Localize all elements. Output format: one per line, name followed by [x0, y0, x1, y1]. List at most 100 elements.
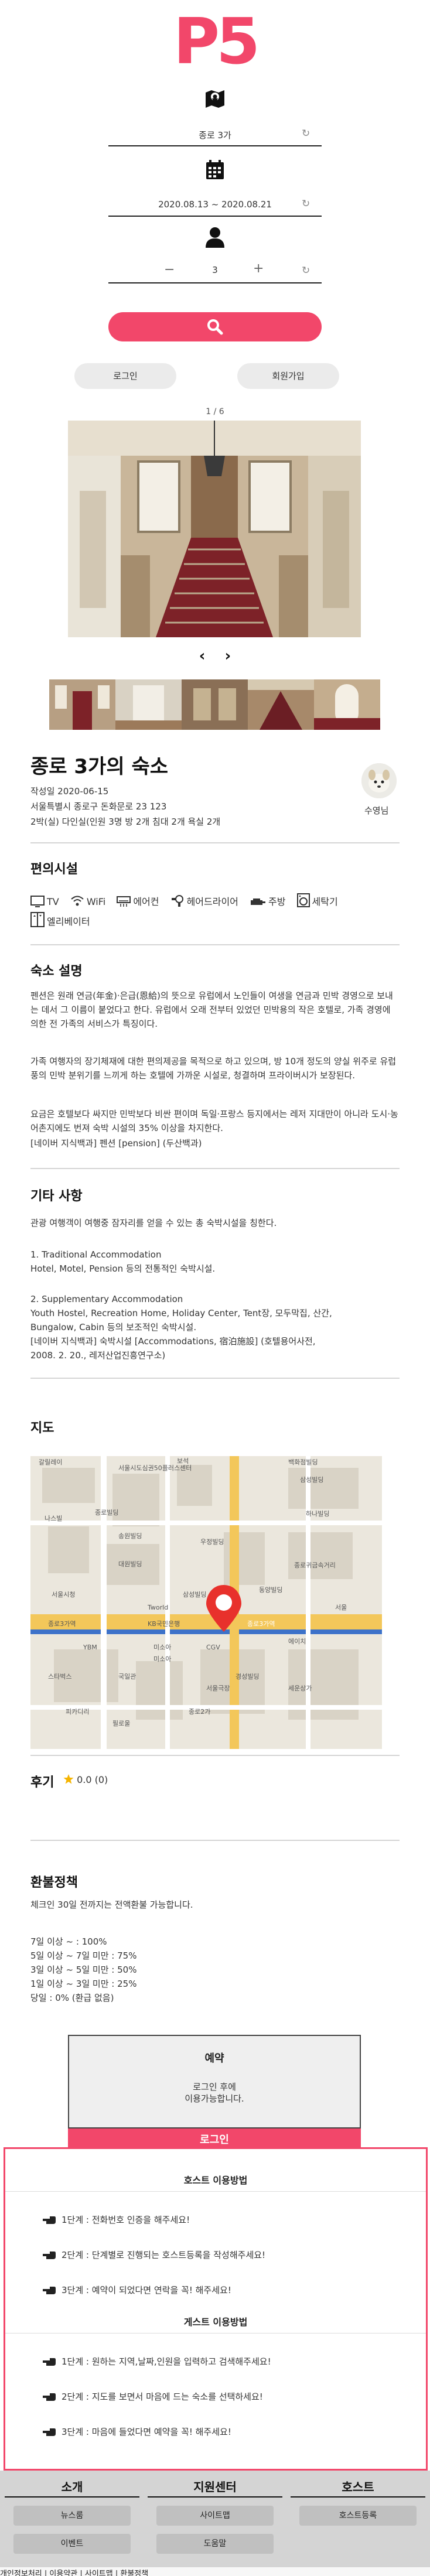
- listing-date: 작성일 2020-06-15: [30, 786, 109, 797]
- hand-pointer-icon: [43, 2393, 56, 2401]
- thumbnail[interactable]: [314, 679, 380, 730]
- description-source: [네이버 지식백과] 펜션 [pension] (두산백과): [30, 1138, 202, 1149]
- map-label: 보석: [177, 1457, 189, 1465]
- hairdryer-icon: [171, 895, 183, 907]
- other-text: 2. Supplementary Accommodation: [30, 1294, 183, 1304]
- map-label: 필로울: [112, 1720, 130, 1727]
- footer-link-news[interactable]: 뉴스룸: [13, 2506, 131, 2526]
- gallery-next-button[interactable]: ›: [225, 647, 231, 665]
- map-title: 지도: [30, 1421, 54, 1436]
- guide-step: 2단계 : 단계별로 진행되는 호스트등록을 작성해주세요!: [43, 2249, 265, 2261]
- gallery-prev-button[interactable]: ‹: [199, 647, 206, 665]
- footer-link-host-register[interactable]: 호스트등록: [299, 2506, 417, 2526]
- reset-location-icon[interactable]: ↻: [302, 128, 310, 139]
- refund-rule: 1일 이상 ~ 3일 미만 : 25%: [30, 1979, 137, 1989]
- divider: [30, 1755, 400, 1756]
- footer-bottom-links[interactable]: 개인정보처리 | 이용약관 | 사이트맵 | 환불정책: [0, 2567, 430, 2576]
- map-label: 삼성빌딩: [183, 1591, 206, 1598]
- guest-guide-title: 게스트 이용방법: [183, 2317, 248, 2328]
- host-name: 수영님: [364, 805, 389, 816]
- avatar[interactable]: [361, 763, 397, 798]
- location-underline: [108, 145, 322, 146]
- guest-plus-button[interactable]: +: [253, 261, 264, 276]
- main-photo: [68, 421, 361, 637]
- reviews-title: 후기: [30, 1775, 54, 1790]
- map-label: 동양빌딩: [259, 1586, 282, 1594]
- footer-rule: [148, 2496, 282, 2498]
- usage-guide: 호스트 이용방법 1단계 : 전화번호 인증을 해주세요! 2단계 : 단계별로…: [4, 2147, 428, 2471]
- guide-step: 3단계 : 마음에 들었다면 예약을 꼭! 해주세요!: [43, 2425, 231, 2438]
- login-button[interactable]: 로그인: [74, 363, 176, 389]
- footer-rule: [5, 2496, 139, 2498]
- washer-icon: [296, 893, 310, 907]
- hand-pointer-icon: [43, 2216, 56, 2224]
- divider: [30, 1378, 400, 1379]
- gallery-counter: 1 / 6: [206, 407, 224, 416]
- map-label: Tworld: [147, 1604, 168, 1611]
- thumbnail[interactable]: [182, 679, 248, 730]
- amenity-item: 에어컨: [117, 892, 159, 912]
- map-label: 종로귀금속거리: [294, 1562, 336, 1569]
- footer-link-event[interactable]: 이벤트: [13, 2534, 131, 2554]
- refund-rule: 7일 이상 ~ : 100%: [30, 1936, 107, 1947]
- divider: [5, 2333, 426, 2334]
- reset-guests-icon[interactable]: ↻: [302, 265, 310, 276]
- thumbnail[interactable]: [49, 679, 115, 730]
- map-label: 백화점빌딩: [288, 1458, 318, 1466]
- hand-pointer-icon: [43, 2287, 56, 2294]
- map-label: 에이치: [288, 1638, 306, 1645]
- divider: [30, 842, 400, 843]
- elevator-icon: [30, 912, 45, 927]
- map-label: 종로3가역: [247, 1620, 275, 1628]
- hand-pointer-icon: [43, 2358, 56, 2366]
- reviews-score: 0.0 (0): [63, 1774, 108, 1785]
- map-label: 종로2가: [189, 1708, 210, 1716]
- logo[interactable]: P5: [0, 7, 430, 77]
- amenity-item: 주방: [250, 892, 285, 912]
- date-range-input[interactable]: 2020.08.13 ~ 2020.08.21: [108, 199, 322, 210]
- amenity-item: WiFi: [70, 892, 105, 912]
- thumbnail[interactable]: [248, 679, 314, 730]
- other-text: [네이버 지식백과] 숙박시설 [Accommodations, 宿泊施設] (…: [30, 1336, 316, 1347]
- hand-pointer-icon: [43, 2252, 56, 2259]
- search-icon: [207, 319, 223, 335]
- location-input[interactable]: 종로 3가: [108, 129, 322, 141]
- map-label: 갈릴레이: [39, 1458, 62, 1466]
- map-label: 삼성빌딩: [300, 1476, 323, 1484]
- footer-heading: 지원센터: [193, 2480, 237, 2494]
- other-text: Bungalow, Cabin 등의 보조적인 숙박시설.: [30, 1322, 197, 1333]
- other-text: 2008. 2. 20., 레저산업진흥연구소): [30, 1350, 166, 1361]
- amenities-list: TV WiFi 에어컨 헤어드라이어 주방 세탁기 엘리베이터: [30, 892, 405, 932]
- map-label: KB국민은행: [148, 1620, 180, 1628]
- map-label: 경성빌딩: [236, 1673, 259, 1680]
- listing-summary: 2박(실) 다인실(인원 3명 방 2개 침대 2개 욕실 2개: [30, 816, 221, 827]
- map-label: 세운상가: [288, 1685, 312, 1692]
- hand-pointer-icon: [43, 2428, 56, 2436]
- dates-underline: [108, 216, 322, 217]
- footer-link-help[interactable]: 도움말: [156, 2534, 274, 2554]
- map-label: 종로3가역: [48, 1620, 76, 1628]
- reset-dates-icon[interactable]: ↻: [302, 198, 310, 210]
- guide-step: 1단계 : 전화번호 인증을 해주세요!: [43, 2213, 190, 2226]
- guests-underline: [108, 282, 322, 283]
- refund-rule: 5일 이상 ~ 7일 미만 : 75%: [30, 1950, 137, 1961]
- guide-step: 2단계 : 지도를 보면서 마음에 드는 숙소를 선택하세요!: [43, 2390, 263, 2403]
- signup-button[interactable]: 회원가입: [237, 363, 339, 389]
- map-label: 미소아: [153, 1644, 171, 1651]
- thumbnail-strip: [49, 679, 380, 730]
- footer-link-sitemap[interactable]: 사이트맵: [156, 2506, 274, 2526]
- wifi-icon: [71, 896, 84, 906]
- reserve-title: 예약: [204, 2052, 224, 2065]
- map-label: 미소아: [153, 1655, 171, 1663]
- search-button[interactable]: [108, 312, 322, 341]
- description-paragraph: 요금은 호텔보다 싸지만 민박보다 비싼 편이며 독일·프랑스 등지에서는 레저…: [30, 1109, 398, 1133]
- map-label: 대원빌딩: [118, 1560, 142, 1568]
- map-icon: [203, 87, 227, 110]
- amenities-title: 편의시설: [30, 862, 78, 877]
- map-label: 나스빌: [45, 1515, 62, 1522]
- guide-step: 1단계 : 원하는 지역,날짜,인원을 입력하고 검색해주세요!: [43, 2355, 271, 2367]
- map-label: 피카디리: [66, 1708, 89, 1716]
- thumbnail[interactable]: [115, 679, 182, 730]
- map[interactable]: 갈릴레이 서울시도심권50플러스센터 보석 백화점빌딩 삼성빌딩 나스빌 종로빌…: [30, 1456, 382, 1749]
- guide-step: 3단계 : 예약이 되었다면 연락을 꼭! 해주세요!: [43, 2284, 231, 2296]
